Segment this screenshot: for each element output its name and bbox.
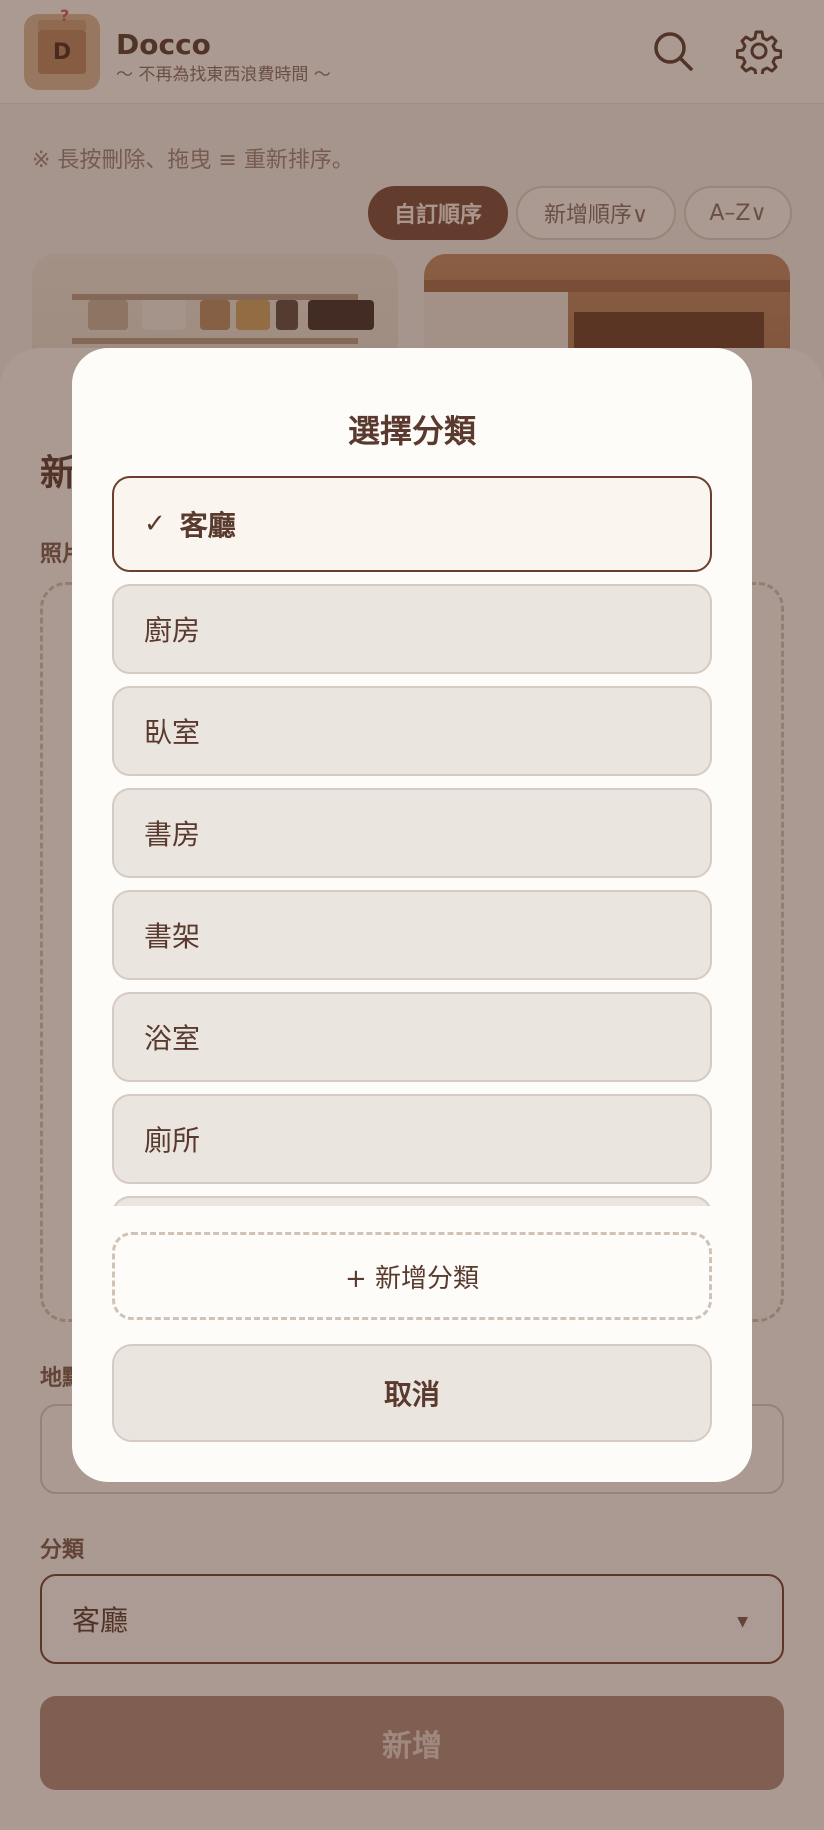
add-category-button[interactable]: + 新增分類	[112, 1232, 712, 1320]
category-option-selected[interactable]: ✓ 客廳	[112, 476, 712, 572]
category-picker-modal: 選擇分類 ✓ 客廳 廚房 臥室 書房 書架 浴室 廁所 + 新增分類 取消	[72, 348, 752, 1482]
cancel-button[interactable]: 取消	[112, 1344, 712, 1442]
category-option-label: 廁所	[144, 1124, 201, 1157]
category-option[interactable]: 廁所	[112, 1094, 712, 1184]
category-option[interactable]: 書房	[112, 788, 712, 878]
category-option-label: 書房	[144, 818, 201, 851]
category-option-label: 臥室	[144, 716, 201, 749]
category-option[interactable]	[112, 1196, 712, 1206]
category-option-label: 浴室	[144, 1022, 201, 1055]
category-option-label: 客廳	[179, 509, 236, 542]
category-option[interactable]: 浴室	[112, 992, 712, 1082]
category-option-label: 書架	[144, 920, 201, 953]
category-list[interactable]: ✓ 客廳 廚房 臥室 書房 書架 浴室 廁所	[112, 476, 712, 1206]
category-option[interactable]: 書架	[112, 890, 712, 980]
modal-title: 選擇分類	[347, 412, 476, 450]
category-option[interactable]: 臥室	[112, 686, 712, 776]
check-icon: ✓	[144, 509, 166, 539]
category-option[interactable]: 廚房	[112, 584, 712, 674]
category-option-label: 廚房	[144, 614, 201, 647]
